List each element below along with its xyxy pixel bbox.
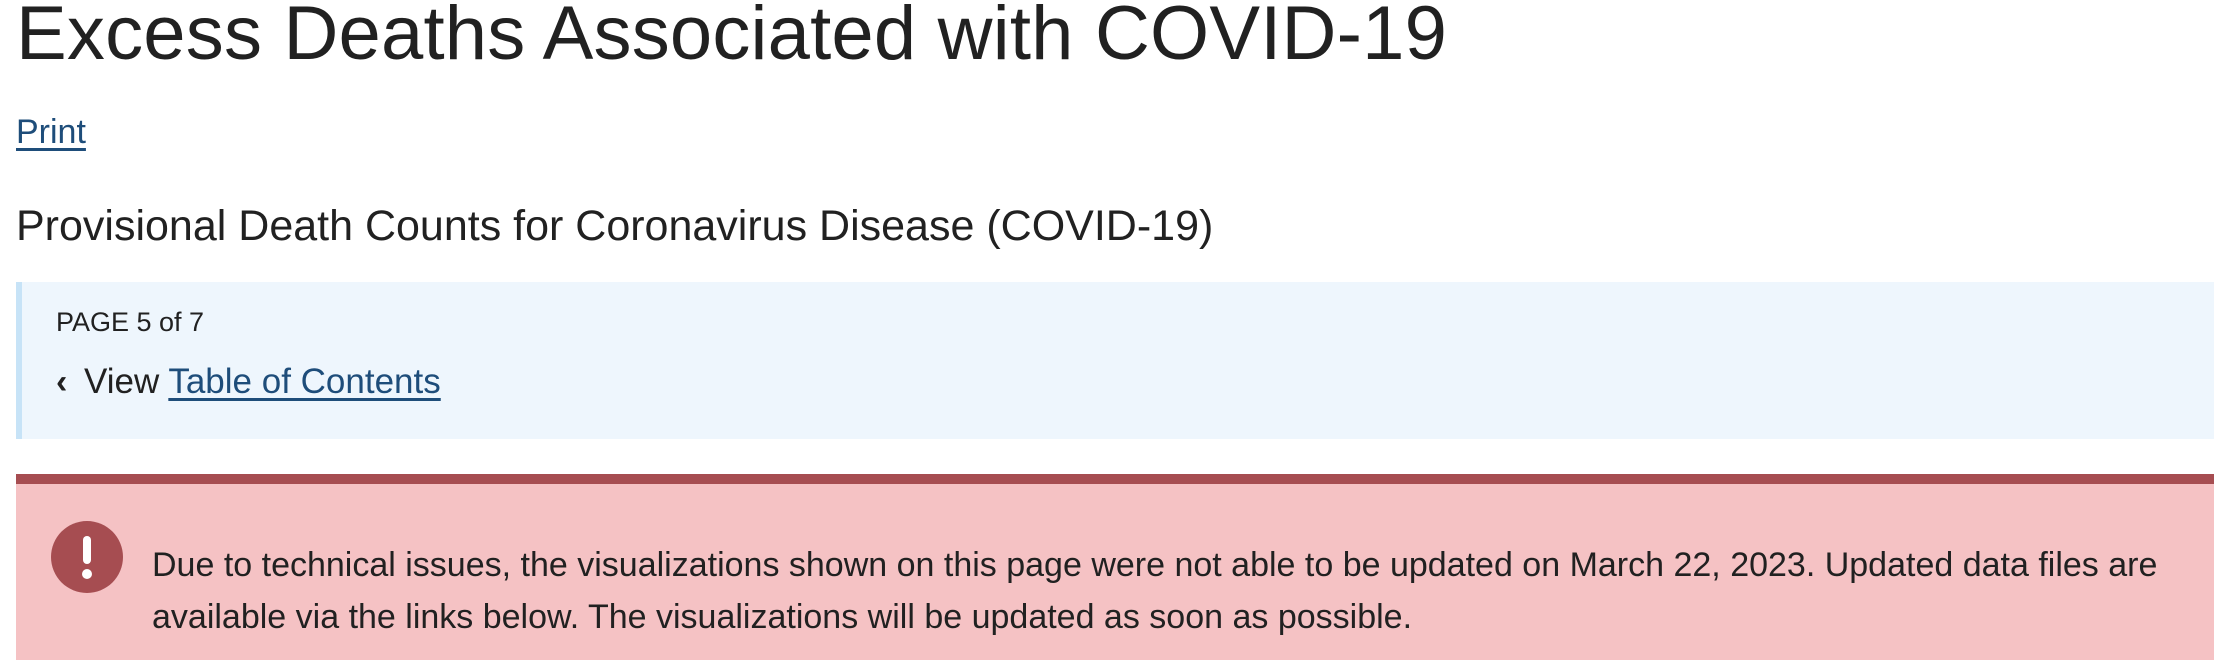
chevron-left-icon: ‹ [56,363,68,401]
view-prefix: View [84,362,160,401]
exclamation-icon [51,521,123,593]
page: Excess Deaths Associated with COVID-19 P… [0,0,2214,660]
table-of-contents-link[interactable]: Table of Contents [168,362,440,401]
technical-issues-alert: Due to technical issues, the visualizati… [16,474,2214,660]
page-title: Excess Deaths Associated with COVID-19 [16,0,1448,76]
page-subtitle: Provisional Death Counts for Coronavirus… [16,202,1214,250]
pager-box: PAGE 5 of 7 ‹ View Table of Contents [16,282,2214,439]
page-indicator: PAGE 5 of 7 [56,307,205,337]
print-link[interactable]: Print [16,110,86,154]
alert-message: Due to technical issues, the visualizati… [152,546,2158,636]
table-of-contents-row: ‹ View Table of Contents [56,359,441,405]
